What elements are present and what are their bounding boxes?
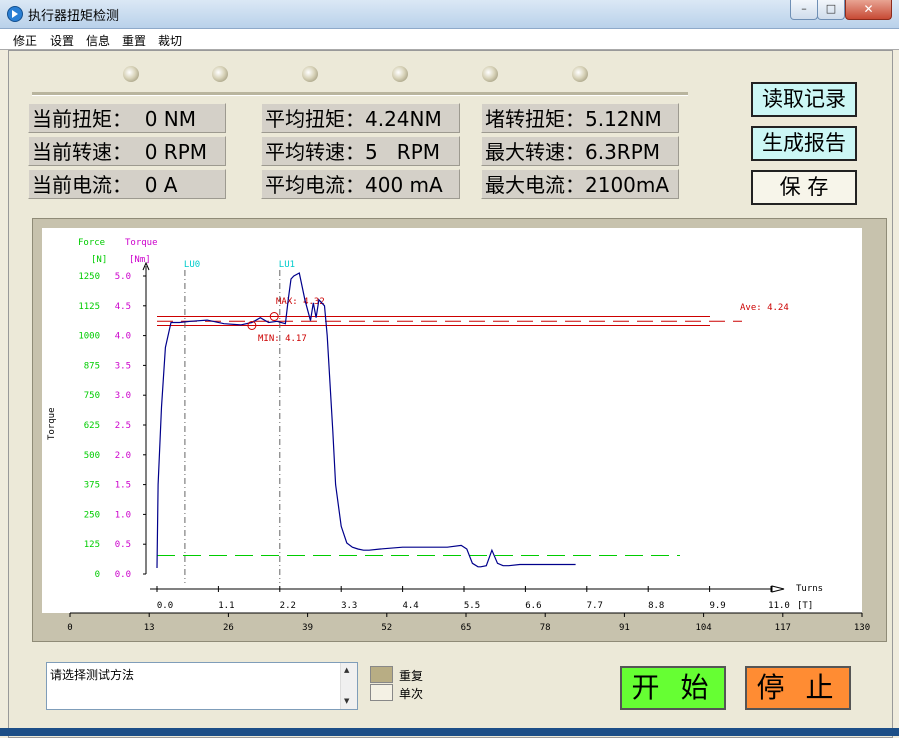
turns-tick-label: 0.0 bbox=[157, 601, 173, 611]
torque-tick-label: 4.5 bbox=[115, 302, 131, 312]
torque-tick-label: 0.0 bbox=[115, 570, 131, 580]
repeat-mode-label: 重复 bbox=[399, 669, 424, 683]
torque-tick-label: 1.0 bbox=[115, 510, 131, 520]
turns-tick-label: 8.8 bbox=[648, 601, 664, 611]
list-scrollbar[interactable]: ▲ ▼ bbox=[340, 663, 357, 709]
force-tick-label: 625 bbox=[84, 421, 100, 431]
turns-tick-label: 3.3 bbox=[341, 601, 357, 611]
torque-tick-label: 4.0 bbox=[115, 332, 131, 342]
force-tick-label: 375 bbox=[84, 481, 100, 491]
taskbar bbox=[0, 728, 899, 736]
force-tick-label: 875 bbox=[84, 361, 100, 371]
turns-axis-label: Turns bbox=[796, 584, 823, 594]
turns-tick-label: 7.7 bbox=[587, 601, 603, 611]
stop-button[interactable]: 停 止 bbox=[745, 666, 851, 710]
bottom-tick-label: 0 bbox=[67, 623, 72, 633]
turns-tick-label: 4.4 bbox=[402, 601, 418, 611]
force-tick-label: 1250 bbox=[78, 272, 100, 282]
test-method-list[interactable]: 请选择测试方法 ▲ ▼ bbox=[46, 662, 358, 710]
force-axis-label: Force bbox=[78, 238, 105, 248]
torque-tick-label: 2.0 bbox=[115, 451, 131, 461]
torque-tick-label: 1.5 bbox=[115, 481, 131, 491]
bottom-tick-label: 13 bbox=[144, 623, 155, 633]
bottom-tick-label: 26 bbox=[223, 623, 234, 633]
bottom-tick-label: 78 bbox=[540, 623, 551, 633]
torque-tick-label: 3.0 bbox=[115, 391, 131, 401]
turns-tick-label: 1.1 bbox=[218, 601, 234, 611]
force-tick-label: 1125 bbox=[78, 302, 100, 312]
force-unit-label: [N] bbox=[91, 255, 107, 265]
force-tick-label: 0 bbox=[95, 570, 100, 580]
force-tick-label: 125 bbox=[84, 540, 100, 550]
scroll-up-icon[interactable]: ▲ bbox=[344, 666, 349, 674]
bottom-tick-label: 104 bbox=[695, 623, 711, 633]
turns-unit-label: [T] bbox=[797, 601, 813, 611]
single-mode-swatch[interactable] bbox=[370, 684, 393, 701]
torque-chart: Force Torque [N] [Nm] Torque Turns [T] A… bbox=[42, 228, 870, 633]
force-tick-label: 250 bbox=[84, 510, 100, 520]
single-mode-label: 单次 bbox=[399, 687, 424, 701]
scroll-down-icon[interactable]: ▼ bbox=[344, 697, 349, 705]
turns-tick-label: 5.5 bbox=[464, 601, 480, 611]
repeat-mode-swatch[interactable] bbox=[370, 666, 393, 683]
ave-label: Ave: 4.24 bbox=[740, 303, 789, 313]
bottom-tick-label: 52 bbox=[381, 623, 392, 633]
y-axis-title: Torque bbox=[47, 407, 57, 440]
bottom-tick-label: 39 bbox=[302, 623, 313, 633]
start-button[interactable]: 开 始 bbox=[620, 666, 726, 710]
marker-label: LU1 bbox=[279, 260, 295, 270]
bottom-tick-label: 65 bbox=[461, 623, 472, 633]
turns-tick-label: 6.6 bbox=[525, 601, 541, 611]
turns-tick-label: 11.0 bbox=[768, 601, 790, 611]
torque-tick-label: 5.0 bbox=[115, 272, 131, 282]
turns-tick-label: 9.9 bbox=[709, 601, 725, 611]
force-tick-label: 500 bbox=[84, 451, 100, 461]
torque-tick-label: 2.5 bbox=[115, 421, 131, 431]
bottom-tick-label: 117 bbox=[775, 623, 791, 633]
torque-tick-label: 3.5 bbox=[115, 361, 131, 371]
force-tick-label: 750 bbox=[84, 391, 100, 401]
turns-tick-label: 2.2 bbox=[280, 601, 296, 611]
min-label: MIN: 4.17 bbox=[258, 334, 307, 344]
torque-tick-label: 0.5 bbox=[115, 540, 131, 550]
torque-axis-label: Torque bbox=[125, 238, 158, 248]
test-method-prompt: 请选择测试方法 bbox=[50, 668, 135, 682]
bottom-tick-label: 130 bbox=[854, 623, 870, 633]
torque-unit-label: [Nm] bbox=[129, 255, 151, 265]
marker-label: LU0 bbox=[184, 260, 200, 270]
force-tick-label: 1000 bbox=[78, 332, 100, 342]
bottom-tick-label: 91 bbox=[619, 623, 630, 633]
